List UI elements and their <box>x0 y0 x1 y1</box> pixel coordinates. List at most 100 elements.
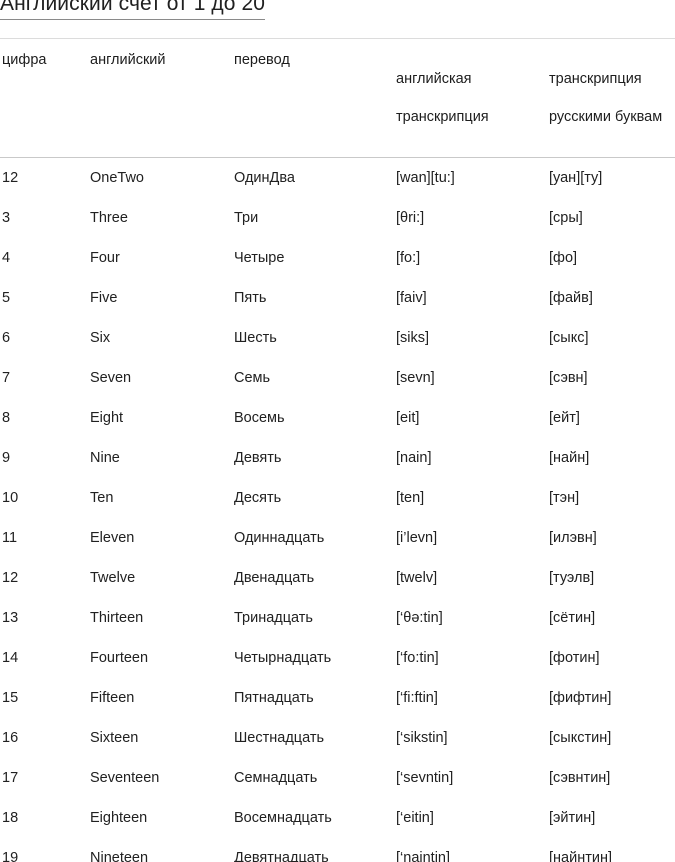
cell-english: Sixteen <box>90 730 139 746</box>
cell-ipa: [‘naintin] <box>396 850 451 862</box>
cell-translation: Восемнадцать <box>234 810 332 826</box>
cell-cyrillic: [сыкстин] <box>549 730 612 746</box>
cell-cyrillic: [эйтин] <box>549 810 596 826</box>
cell-digit: 10 <box>2 490 19 506</box>
column-header-cyrillic: транскрипция русскими буквам <box>545 39 675 158</box>
cell-english: Three <box>90 210 128 226</box>
table-row: 12 OneTwo ОдинДва [wan][tu:] [уан][ту] <box>0 158 675 199</box>
cell-translation: Шестнадцать <box>234 730 325 746</box>
page-root: Английский счет от 1 до 20 цифра английс… <box>0 0 675 862</box>
cell-translation: ОдинДва <box>234 170 295 186</box>
cell-english: Six <box>90 330 111 346</box>
cell-translation: Семь <box>234 370 271 386</box>
cell-translation: Десять <box>234 490 282 506</box>
cell-ipa: [‘θə:tin] <box>396 610 443 626</box>
table-row: 8 Eight Восемь [eit] [ейт] <box>0 398 675 438</box>
cell-translation: Тринадцать <box>234 610 313 626</box>
cell-english: Seventeen <box>90 770 160 786</box>
cell-cyrillic: [фо] <box>549 250 578 266</box>
table-row: 15 Fifteen Пятнадцать [‘fi:ftin] [фифтин] <box>0 678 675 718</box>
table-row: 6 Six Шесть [siks] [сыкс] <box>0 318 675 358</box>
cell-ipa: [sevn] <box>396 370 435 386</box>
cell-english: Fifteen <box>90 690 135 706</box>
page-title-container: Английский счет от 1 до 20 <box>0 0 675 23</box>
cell-digit: 17 <box>2 770 19 786</box>
column-header-ipa-line1: английская <box>396 71 472 87</box>
cell-translation: Девять <box>234 450 282 466</box>
cell-translation: Пять <box>234 290 267 306</box>
cell-ipa: [wan][tu:] <box>396 170 455 186</box>
cell-translation: Девятнадцать <box>234 850 329 862</box>
cell-digit: 11 <box>2 530 18 546</box>
cell-english: Nine <box>90 450 120 466</box>
table-row: 9 Nine Девять [nain] [найн] <box>0 438 675 478</box>
column-header-digit: цифра <box>2 52 47 68</box>
table-row: 17 Seventeen Семнадцать [‘sevntin] [сэвнтин] <box>0 758 675 798</box>
table-row: 19 Nineteen Девятнадцать [‘naintin] [найнтин… <box>0 838 675 862</box>
cell-digit: 8 <box>2 410 11 426</box>
table-row: 13 Thirteen Тринадцать [‘θə:tin] [сётин] <box>0 598 675 638</box>
cell-digit: 6 <box>2 330 11 346</box>
cell-digit: 15 <box>2 690 19 706</box>
cell-ipa: [faiv] <box>396 290 427 306</box>
column-header-cyrillic-line1: транскрипция <box>549 71 642 87</box>
cell-digit: 19 <box>2 850 19 862</box>
cell-translation: Семнадцать <box>234 770 318 786</box>
table-row: 7 Seven Семь [sevn] [сэвн] <box>0 358 675 398</box>
table-row: 14 Fourteen Четырнадцать [‘fo:tin] [фотин] <box>0 638 675 678</box>
cell-cyrillic: [сётин] <box>549 610 596 626</box>
cell-english: Eight <box>90 410 124 426</box>
cell-digit: 9 <box>2 450 11 466</box>
cell-digit: 18 <box>2 810 19 826</box>
cell-english: Twelve <box>90 570 136 586</box>
cell-cyrillic: [сры] <box>549 210 583 226</box>
cell-translation: Двенадцать <box>234 570 315 586</box>
table-header: цифра английский перевод английская тран… <box>0 38 675 158</box>
cell-cyrillic: [найн] <box>549 450 590 466</box>
table-row: 12 Twelve Двенадцать [twelv] [туэлв] <box>0 558 675 598</box>
cell-english: Five <box>90 290 118 306</box>
cell-ipa: [nain] <box>396 450 432 466</box>
cell-english: Four <box>90 250 120 266</box>
cell-ipa: [‘eitin] <box>396 810 434 826</box>
cell-translation: Четыре <box>234 250 285 266</box>
cell-digit: 4 <box>2 250 11 266</box>
cell-ipa: [‘sikstin] <box>396 730 448 746</box>
table-row: 10 Ten Десять [ten] [тэн] <box>0 478 675 518</box>
cell-digit: 12 <box>2 570 19 586</box>
cell-english: Fourteen <box>90 650 149 666</box>
cell-ipa: [siks] <box>396 330 430 346</box>
cell-digit: 7 <box>2 370 11 386</box>
column-header-english: английский <box>90 52 166 68</box>
cell-cyrillic: [найнтин] <box>549 850 612 862</box>
table-row: 3 Three Три [θri:] [сры] <box>0 198 675 238</box>
cell-cyrillic: [сэвн] <box>549 370 588 386</box>
cell-english: Thirteen <box>90 610 144 626</box>
page-title: Английский счет от 1 до 20 <box>0 0 266 20</box>
table-row: 11 Eleven Одиннадцать [i’levn] [илэвн] <box>0 518 675 558</box>
cell-digit: 5 <box>2 290 11 306</box>
cell-digit: 14 <box>2 650 19 666</box>
cell-english: Ten <box>90 490 114 506</box>
cell-digit: 16 <box>2 730 19 746</box>
cell-english: Nineteen <box>90 850 149 862</box>
column-header-translation: перевод <box>234 52 290 68</box>
cell-english: OneTwo <box>90 170 144 186</box>
cell-digit: 3 <box>2 210 11 226</box>
cell-cyrillic: [сэвнтин] <box>549 770 611 786</box>
cell-english: Eighteen <box>90 810 148 826</box>
cell-translation: Пятнадцать <box>234 690 314 706</box>
cell-translation: Восемь <box>234 410 285 426</box>
cell-cyrillic: [илэвн] <box>549 530 597 546</box>
table-row: 16 Sixteen Шестнадцать [‘sikstin] [сыкстин] <box>0 718 675 758</box>
column-header-cyrillic-line2: русскими буквам <box>549 109 663 125</box>
cell-translation: Три <box>234 210 259 226</box>
cell-ipa: [θri:] <box>396 210 425 226</box>
cell-ipa: [fo:] <box>396 250 421 266</box>
cell-digit: 12 <box>2 170 19 186</box>
table-row: 5 Five Пять [faiv] [файв] <box>0 278 675 318</box>
table-body: 12 OneTwo ОдинДва [wan][tu:] [уан][ту] 3 Three… <box>0 158 675 862</box>
cell-digit: 13 <box>2 610 19 626</box>
cell-ipa: [‘fi:ftin] <box>396 690 438 706</box>
cell-ipa: [ten] <box>396 490 425 506</box>
